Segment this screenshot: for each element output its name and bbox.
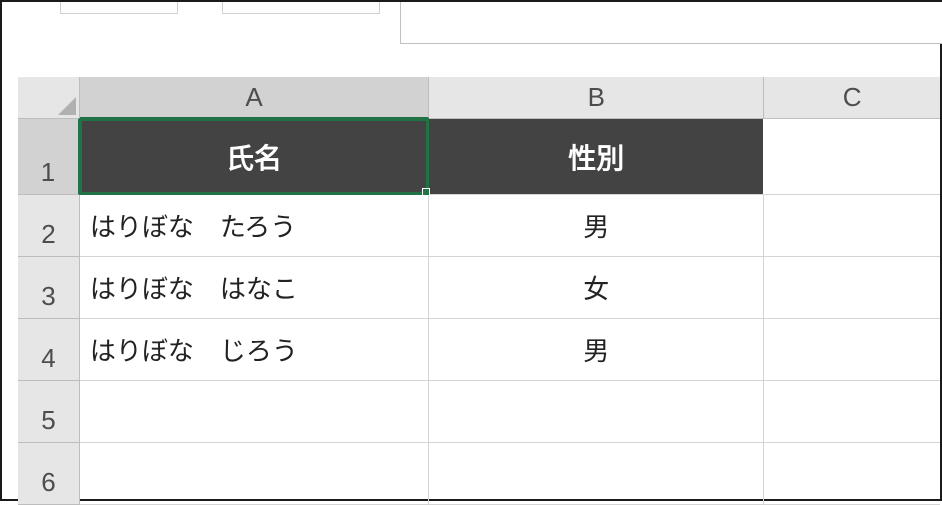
cell-a4[interactable]: はりぼな じろう: [80, 319, 429, 381]
grid-row-3: 3 はりぼな はなこ 女: [18, 257, 940, 319]
cell-a1[interactable]: 氏名: [80, 119, 429, 195]
cell-b6[interactable]: [429, 443, 764, 505]
grid-row-2: 2 はりぼな たろう 男: [18, 195, 940, 257]
grid-row-6: 6: [18, 443, 940, 505]
ribbon-fragment-2: [222, 2, 380, 14]
column-header-b[interactable]: B: [429, 77, 764, 119]
cell-c3[interactable]: [764, 257, 940, 319]
cell-a2[interactable]: はりぼな たろう: [80, 195, 429, 257]
ribbon-fragment-1: [60, 2, 178, 14]
cell-c6[interactable]: [764, 443, 940, 505]
row-header-3[interactable]: 3: [18, 257, 80, 319]
cell-b2[interactable]: 男: [429, 195, 764, 257]
row-header-2[interactable]: 2: [18, 195, 80, 257]
row-header-5[interactable]: 5: [18, 381, 80, 443]
cell-c1[interactable]: [764, 119, 940, 195]
cell-a5[interactable]: [80, 381, 429, 443]
cell-b3[interactable]: 女: [429, 257, 764, 319]
grid-row-1: 1 氏名 性別: [18, 119, 940, 195]
ribbon-panel-fragment: [400, 2, 942, 44]
grid-row-5: 5: [18, 381, 940, 443]
grid-row-4: 4 はりぼな じろう 男: [18, 319, 940, 381]
select-all-corner[interactable]: [18, 77, 80, 119]
cell-b1[interactable]: 性別: [429, 119, 764, 195]
row-header-6[interactable]: 6: [18, 443, 80, 505]
cell-c5[interactable]: [764, 381, 940, 443]
spreadsheet-grid: A B C 1 氏名 性別 2 はりぼな たろう 男 3 はりぼな はなこ 女 …: [18, 77, 940, 499]
column-header-c[interactable]: C: [764, 77, 940, 119]
row-header-4[interactable]: 4: [18, 319, 80, 381]
row-header-1[interactable]: 1: [18, 119, 80, 195]
cell-a3[interactable]: はりぼな はなこ: [80, 257, 429, 319]
cell-b5[interactable]: [429, 381, 764, 443]
cell-c4[interactable]: [764, 319, 940, 381]
column-headers-row: A B C: [18, 77, 940, 119]
cell-c2[interactable]: [764, 195, 940, 257]
column-header-a[interactable]: A: [80, 77, 429, 119]
cell-a6[interactable]: [80, 443, 429, 505]
cell-b4[interactable]: 男: [429, 319, 764, 381]
